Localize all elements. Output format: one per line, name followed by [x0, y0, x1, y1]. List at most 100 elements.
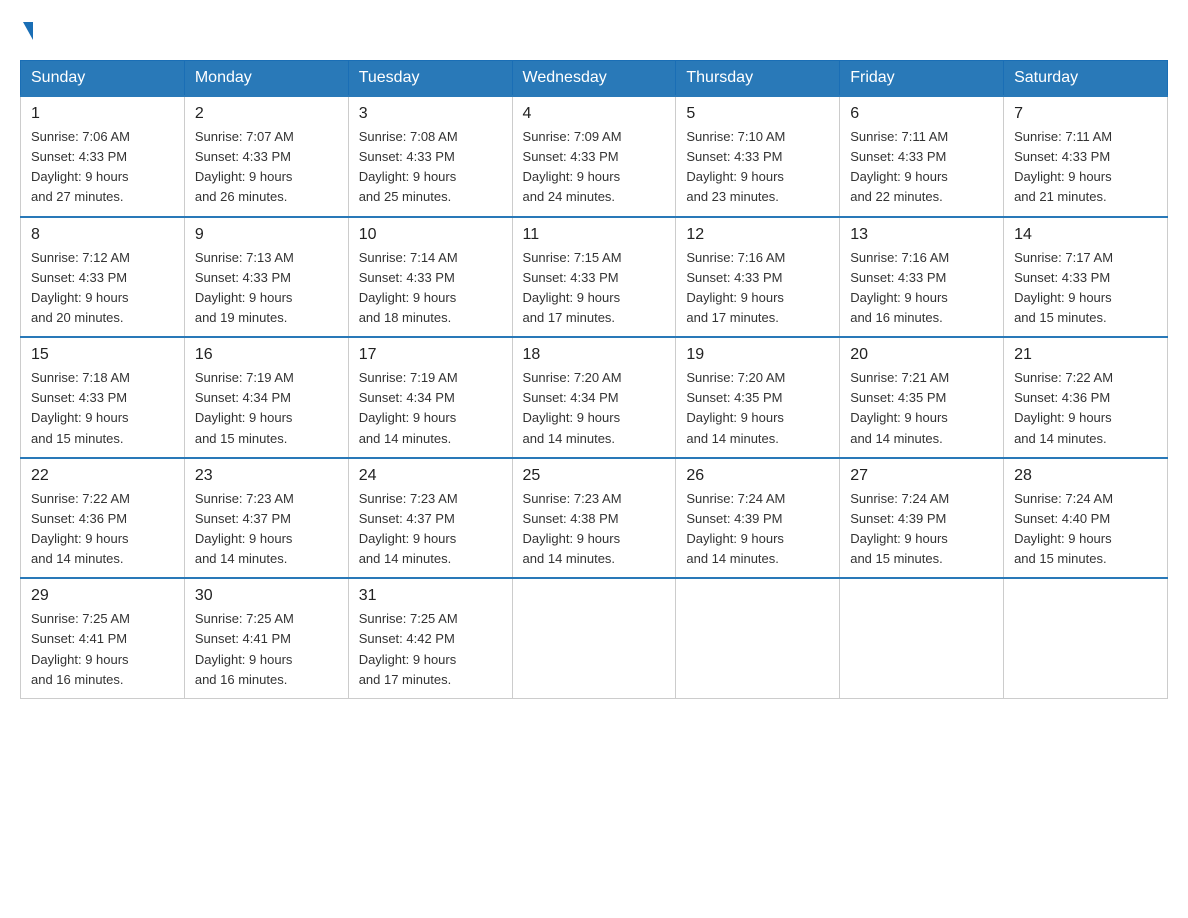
daylight-text: Daylight: 9 hours — [1014, 169, 1112, 184]
calendar-cell: 5 Sunrise: 7:10 AM Sunset: 4:33 PM Dayli… — [676, 96, 840, 217]
sunrise-text: Sunrise: 7:22 AM — [31, 491, 130, 506]
day-number: 28 — [1014, 467, 1157, 485]
day-number: 1 — [31, 105, 174, 123]
day-number: 15 — [31, 346, 174, 364]
daylight-text: Daylight: 9 hours — [1014, 290, 1112, 305]
day-info: Sunrise: 7:18 AM Sunset: 4:33 PM Dayligh… — [31, 368, 174, 449]
daylight-minutes-text: and 17 minutes. — [686, 310, 779, 325]
daylight-text: Daylight: 9 hours — [31, 290, 129, 305]
sunset-text: Sunset: 4:33 PM — [1014, 149, 1110, 164]
daylight-minutes-text: and 16 minutes. — [850, 310, 943, 325]
sunset-text: Sunset: 4:33 PM — [195, 149, 291, 164]
sunrise-text: Sunrise: 7:24 AM — [1014, 491, 1113, 506]
day-number: 23 — [195, 467, 338, 485]
sunset-text: Sunset: 4:33 PM — [523, 270, 619, 285]
calendar-cell — [676, 578, 840, 698]
daylight-text: Daylight: 9 hours — [359, 410, 457, 425]
calendar-cell: 27 Sunrise: 7:24 AM Sunset: 4:39 PM Dayl… — [840, 458, 1004, 579]
day-number: 12 — [686, 226, 829, 244]
calendar-cell — [1004, 578, 1168, 698]
sunset-text: Sunset: 4:42 PM — [359, 631, 455, 646]
day-number: 8 — [31, 226, 174, 244]
daylight-text: Daylight: 9 hours — [1014, 531, 1112, 546]
daylight-text: Daylight: 9 hours — [523, 410, 621, 425]
calendar-week-row: 15 Sunrise: 7:18 AM Sunset: 4:33 PM Dayl… — [21, 337, 1168, 458]
sunrise-text: Sunrise: 7:12 AM — [31, 250, 130, 265]
daylight-text: Daylight: 9 hours — [359, 652, 457, 667]
sunrise-text: Sunrise: 7:19 AM — [195, 370, 294, 385]
daylight-text: Daylight: 9 hours — [686, 290, 784, 305]
calendar-cell: 31 Sunrise: 7:25 AM Sunset: 4:42 PM Dayl… — [348, 578, 512, 698]
daylight-text: Daylight: 9 hours — [523, 169, 621, 184]
day-info: Sunrise: 7:12 AM Sunset: 4:33 PM Dayligh… — [31, 248, 174, 329]
daylight-minutes-text: and 19 minutes. — [195, 310, 288, 325]
calendar-cell: 3 Sunrise: 7:08 AM Sunset: 4:33 PM Dayli… — [348, 96, 512, 217]
daylight-minutes-text: and 14 minutes. — [850, 431, 943, 446]
day-number: 16 — [195, 346, 338, 364]
day-number: 11 — [523, 226, 666, 244]
daylight-minutes-text: and 14 minutes. — [523, 431, 616, 446]
daylight-minutes-text: and 18 minutes. — [359, 310, 452, 325]
sunrise-text: Sunrise: 7:15 AM — [523, 250, 622, 265]
daylight-minutes-text: and 14 minutes. — [1014, 431, 1107, 446]
daylight-minutes-text: and 14 minutes. — [686, 551, 779, 566]
day-number: 21 — [1014, 346, 1157, 364]
calendar-header-row: SundayMondayTuesdayWednesdayThursdayFrid… — [21, 61, 1168, 97]
sunset-text: Sunset: 4:33 PM — [850, 270, 946, 285]
calendar-week-row: 22 Sunrise: 7:22 AM Sunset: 4:36 PM Dayl… — [21, 458, 1168, 579]
calendar-cell: 1 Sunrise: 7:06 AM Sunset: 4:33 PM Dayli… — [21, 96, 185, 217]
day-number: 2 — [195, 105, 338, 123]
calendar-cell: 8 Sunrise: 7:12 AM Sunset: 4:33 PM Dayli… — [21, 217, 185, 338]
sunset-text: Sunset: 4:40 PM — [1014, 511, 1110, 526]
daylight-text: Daylight: 9 hours — [1014, 410, 1112, 425]
sunrise-text: Sunrise: 7:11 AM — [850, 129, 948, 144]
sunrise-text: Sunrise: 7:25 AM — [31, 611, 130, 626]
day-info: Sunrise: 7:24 AM Sunset: 4:39 PM Dayligh… — [850, 489, 993, 570]
sunset-text: Sunset: 4:37 PM — [359, 511, 455, 526]
daylight-minutes-text: and 27 minutes. — [31, 189, 124, 204]
day-info: Sunrise: 7:09 AM Sunset: 4:33 PM Dayligh… — [523, 127, 666, 208]
calendar-cell: 20 Sunrise: 7:21 AM Sunset: 4:35 PM Dayl… — [840, 337, 1004, 458]
day-info: Sunrise: 7:19 AM Sunset: 4:34 PM Dayligh… — [195, 368, 338, 449]
day-info: Sunrise: 7:23 AM Sunset: 4:37 PM Dayligh… — [195, 489, 338, 570]
day-number: 22 — [31, 467, 174, 485]
day-number: 27 — [850, 467, 993, 485]
sunset-text: Sunset: 4:39 PM — [686, 511, 782, 526]
day-number: 14 — [1014, 226, 1157, 244]
sunset-text: Sunset: 4:39 PM — [850, 511, 946, 526]
sunset-text: Sunset: 4:33 PM — [686, 149, 782, 164]
day-number: 6 — [850, 105, 993, 123]
day-info: Sunrise: 7:08 AM Sunset: 4:33 PM Dayligh… — [359, 127, 502, 208]
sunrise-text: Sunrise: 7:17 AM — [1014, 250, 1113, 265]
daylight-text: Daylight: 9 hours — [31, 652, 129, 667]
daylight-minutes-text: and 16 minutes. — [31, 672, 124, 687]
day-info: Sunrise: 7:06 AM Sunset: 4:33 PM Dayligh… — [31, 127, 174, 208]
day-info: Sunrise: 7:17 AM Sunset: 4:33 PM Dayligh… — [1014, 248, 1157, 329]
sunrise-text: Sunrise: 7:11 AM — [1014, 129, 1112, 144]
day-info: Sunrise: 7:14 AM Sunset: 4:33 PM Dayligh… — [359, 248, 502, 329]
day-number: 4 — [523, 105, 666, 123]
calendar-cell: 22 Sunrise: 7:22 AM Sunset: 4:36 PM Dayl… — [21, 458, 185, 579]
day-number: 3 — [359, 105, 502, 123]
calendar-cell: 26 Sunrise: 7:24 AM Sunset: 4:39 PM Dayl… — [676, 458, 840, 579]
daylight-text: Daylight: 9 hours — [195, 410, 293, 425]
sunrise-text: Sunrise: 7:07 AM — [195, 129, 294, 144]
calendar-cell: 9 Sunrise: 7:13 AM Sunset: 4:33 PM Dayli… — [184, 217, 348, 338]
day-info: Sunrise: 7:23 AM Sunset: 4:37 PM Dayligh… — [359, 489, 502, 570]
sunrise-text: Sunrise: 7:16 AM — [686, 250, 785, 265]
calendar-week-row: 8 Sunrise: 7:12 AM Sunset: 4:33 PM Dayli… — [21, 217, 1168, 338]
sunset-text: Sunset: 4:34 PM — [523, 390, 619, 405]
calendar-week-row: 29 Sunrise: 7:25 AM Sunset: 4:41 PM Dayl… — [21, 578, 1168, 698]
calendar-day-header: Monday — [184, 61, 348, 97]
daylight-minutes-text: and 17 minutes. — [523, 310, 616, 325]
daylight-minutes-text: and 16 minutes. — [195, 672, 288, 687]
calendar-cell: 30 Sunrise: 7:25 AM Sunset: 4:41 PM Dayl… — [184, 578, 348, 698]
daylight-text: Daylight: 9 hours — [523, 531, 621, 546]
sunrise-text: Sunrise: 7:18 AM — [31, 370, 130, 385]
day-number: 24 — [359, 467, 502, 485]
calendar-cell: 4 Sunrise: 7:09 AM Sunset: 4:33 PM Dayli… — [512, 96, 676, 217]
sunset-text: Sunset: 4:33 PM — [686, 270, 782, 285]
daylight-text: Daylight: 9 hours — [195, 290, 293, 305]
daylight-minutes-text: and 15 minutes. — [195, 431, 288, 446]
day-number: 20 — [850, 346, 993, 364]
